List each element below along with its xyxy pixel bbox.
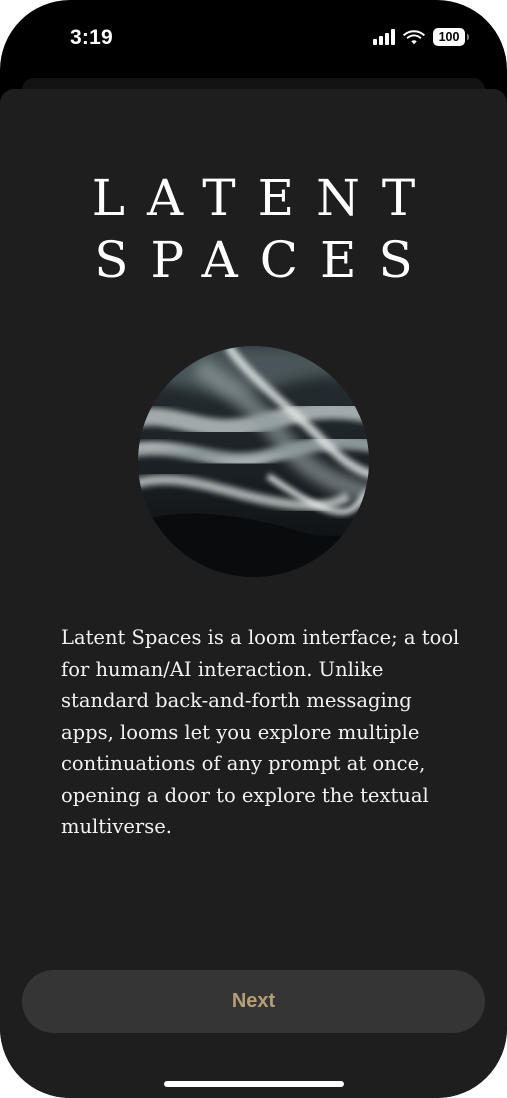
title-line-1: LATENT <box>91 169 438 227</box>
cellular-signal-icon <box>373 29 395 45</box>
wifi-icon <box>403 29 425 44</box>
hero-image <box>138 346 369 577</box>
home-indicator[interactable] <box>164 1081 344 1087</box>
battery-icon: 100 <box>433 28 469 46</box>
onboarding-description: Latent Spaces is a loom interface; a too… <box>61 626 460 838</box>
onboarding-sheet: LATENT SPACES Latent Spaces is a loom in… <box>0 89 507 1098</box>
abstract-flowing-silk-image <box>138 346 369 577</box>
next-button[interactable]: Next <box>22 970 485 1033</box>
app-title: LATENT SPACES <box>0 167 507 291</box>
status-icons: 100 <box>373 28 469 46</box>
title-line-2: SPACES <box>94 231 435 289</box>
status-bar: 3:19 100 <box>0 0 507 80</box>
battery-level: 100 <box>438 30 460 44</box>
phone-screen: 3:19 100 LATENT SPACES Latent Spaces is … <box>0 0 507 1098</box>
status-time: 3:19 <box>70 26 113 49</box>
